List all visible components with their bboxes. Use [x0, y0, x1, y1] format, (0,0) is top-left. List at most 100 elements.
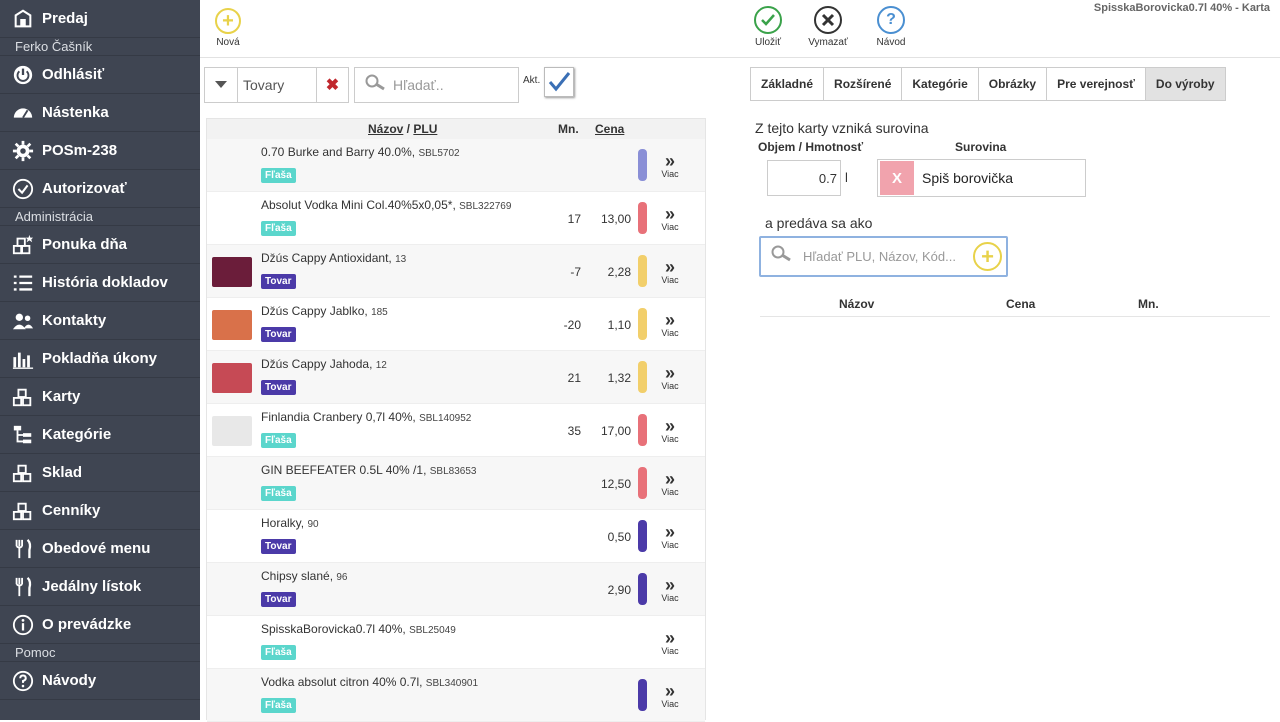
list-item[interactable]: SpisskaBorovicka0.7l 40%, SBL25049 Fľaša»…: [207, 616, 705, 669]
more-button[interactable]: » Viac: [658, 364, 682, 391]
more-label: Viac: [661, 593, 679, 603]
more-button[interactable]: » Viac: [658, 311, 682, 338]
save-button[interactable]: Uložiť: [740, 6, 796, 48]
sort-price-link[interactable]: Cena: [595, 122, 624, 136]
sidebar-item-predaj[interactable]: Predaj: [0, 0, 200, 38]
product-plu: 12: [375, 360, 387, 371]
sort-plu-link[interactable]: PLU: [413, 122, 437, 136]
tab-rozsirene[interactable]: Rozšírené: [823, 67, 903, 101]
sidebar-item-label: Návody: [42, 672, 97, 689]
sidebar-item-cenniky[interactable]: Cenníky: [0, 492, 200, 530]
more-button[interactable]: » Viac: [658, 523, 682, 550]
search-input[interactable]: Hľadať..: [354, 67, 519, 103]
list-item[interactable]: Džús Cappy Jablko, 185 Tovar -20 1,10» Viac: [207, 298, 705, 351]
delete-button[interactable]: Vymazať: [800, 6, 856, 48]
list-item[interactable]: Absolut Vodka Mini Col.40%5x0,05*, SBL32…: [207, 192, 705, 245]
sidebar-item-sklad[interactable]: Sklad: [0, 454, 200, 492]
tab-obrazky[interactable]: Obrázky: [977, 67, 1048, 101]
list-item[interactable]: GIN BEEFEATER 0.5L 40% /1, SBL83653 Fľaša…: [207, 457, 705, 510]
type-badge: Tovar: [261, 327, 296, 342]
remove-ingredient-button[interactable]: X: [880, 161, 914, 195]
type-badge: Tovar: [261, 539, 296, 554]
sidebar-item-karty[interactable]: Karty: [0, 378, 200, 416]
type-badge: Tovar: [261, 274, 296, 289]
category-color-bar: [638, 679, 647, 711]
list-item[interactable]: Horalky, 90 Tovar 0,50» Viac: [207, 510, 705, 563]
sidebar-item-posm-238[interactable]: POSm-238: [0, 132, 200, 170]
sidebar: Predaj Ferko Čašník Odhlásiť Nástenka POSm…: [0, 0, 200, 720]
plus-icon: +: [215, 8, 241, 34]
add-sale-button[interactable]: +: [973, 242, 1002, 271]
sidebar-item-obedove-menu[interactable]: Obedové menu: [0, 530, 200, 568]
sidebar-item-pokladna-ukony[interactable]: Pokladňa úkony: [0, 340, 200, 378]
sidebar-item-label: O prevádzke: [42, 616, 132, 633]
search-icon: [365, 74, 387, 97]
tab-pre-verejnost[interactable]: Pre verejnosť: [1046, 67, 1146, 101]
list-item[interactable]: 0.70 Burke and Barry 40.0%, SBL5702 Fľaša…: [207, 139, 705, 192]
list-item[interactable]: Džús Cappy Antioxidant, 13 Tovar -7 2,28» Vi…: [207, 245, 705, 298]
list-item[interactable]: Džús Cappy Jahoda, 12 Tovar 21 1,32» Viac: [207, 351, 705, 404]
type-badge: Fľaša: [261, 433, 296, 448]
guide-button[interactable]: ? Návod: [863, 6, 919, 48]
more-button[interactable]: » Viac: [658, 152, 682, 179]
tab-kategorie[interactable]: Kategórie: [901, 67, 979, 101]
guide-label: Návod: [876, 37, 906, 48]
qty-header: Objem / Hmotnosť: [758, 140, 864, 154]
product-plu: SBL83653: [429, 466, 477, 477]
list-item[interactable]: Vodka absolut citron 40% 0.7l, SBL340901…: [207, 669, 705, 722]
type-dropdown[interactable]: Tovary: [204, 67, 317, 103]
sidebar-item-kategorie[interactable]: Kategórie: [0, 416, 200, 454]
production-intro: Z tejto karty vzniká surovina: [755, 120, 929, 136]
type-badge: Tovar: [261, 380, 296, 395]
sidebar-item-odhlasit[interactable]: Odhlásiť: [0, 56, 200, 94]
more-label: Viac: [661, 487, 679, 497]
new-button[interactable]: + Nová: [200, 6, 256, 48]
sale-search-input[interactable]: Hľadať PLU, Názov, Kód... +: [759, 236, 1008, 277]
sort-name-link[interactable]: Názov: [368, 122, 403, 136]
sidebar-item-kontakty[interactable]: Kontakty: [0, 302, 200, 340]
product-name: Džús Cappy Jahoda: [261, 357, 370, 371]
product-name: Chipsy slané: [261, 569, 330, 583]
sidebar-item-label: Sklad: [42, 464, 83, 481]
more-button[interactable]: » Viac: [658, 417, 682, 444]
sidebar-section-user: Ferko Čašník: [0, 38, 200, 56]
more-button[interactable]: » Viac: [658, 205, 682, 232]
product-name: Džús Cappy Jablko: [261, 304, 365, 318]
product-name: Vodka absolut citron 40% 0.7l: [261, 675, 420, 689]
product-plu: SBL5702: [418, 148, 460, 159]
product-thumbnail: [212, 257, 252, 287]
more-button[interactable]: » Viac: [658, 682, 682, 709]
sidebar-item-navody[interactable]: Návody: [0, 662, 200, 700]
product-plu: SBL340901: [425, 678, 479, 689]
users-icon: [11, 309, 35, 333]
sidebar-item-ponuka-dna[interactable]: Ponuka dňa: [0, 226, 200, 264]
category-color-bar: [638, 202, 647, 234]
product-qty: 35: [567, 424, 581, 438]
window-title: SpisskaBorovicka0.7l 40% - Karta: [1093, 2, 1270, 14]
product-plu: 185: [371, 307, 388, 318]
more-label: Viac: [661, 381, 679, 391]
more-button[interactable]: » Viac: [658, 628, 682, 656]
sale-search-placeholder: Hľadať PLU, Názov, Kód...: [803, 249, 956, 264]
clear-filter-button[interactable]: ✖: [317, 67, 349, 103]
more-button[interactable]: » Viac: [658, 576, 682, 603]
active-checkbox[interactable]: [544, 67, 574, 97]
sidebar-item-historia-dokladov[interactable]: História dokladov: [0, 264, 200, 302]
list-item[interactable]: Finlandia Cranbery 0,7l 40%, SBL140952 Fľ…: [207, 404, 705, 457]
sidebar-item-jedalny-listok[interactable]: Jedálny lístok: [0, 568, 200, 606]
sidebar-item-label: Cenníky: [42, 502, 101, 519]
list-item[interactable]: Chipsy slané, 96 Tovar 2,90» Viac: [207, 563, 705, 616]
more-button[interactable]: » Viac: [658, 470, 682, 497]
sidebar-item-nastenka[interactable]: Nástenka: [0, 94, 200, 132]
ingredient-name: Spiš borovička: [922, 170, 1014, 186]
tree-icon: [11, 423, 35, 447]
tab-zakladne[interactable]: Základné: [750, 67, 825, 101]
tab-do-vyroby[interactable]: Do výroby: [1144, 67, 1226, 101]
sidebar-item-o-prevadzke[interactable]: O prevádzke: [0, 606, 200, 644]
double-chevron-right-icon: »: [664, 628, 675, 648]
type-badge: Fľaša: [261, 168, 296, 183]
sidebar-item-autorizovat[interactable]: Autorizovať: [0, 170, 200, 208]
check-circle-icon: [11, 177, 35, 201]
qty-input[interactable]: 0.7: [767, 160, 841, 196]
more-button[interactable]: » Viac: [658, 258, 682, 285]
